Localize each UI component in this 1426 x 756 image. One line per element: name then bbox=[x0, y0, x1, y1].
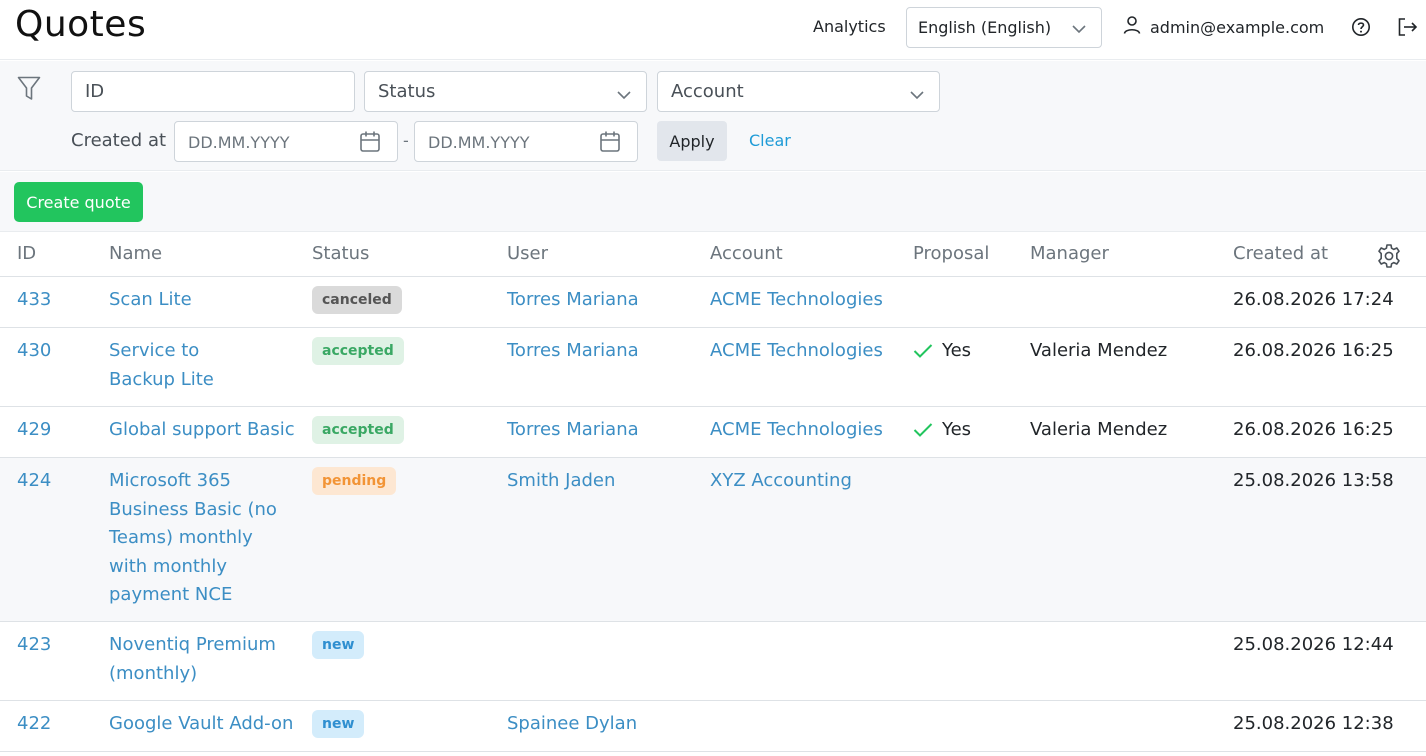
quote-user[interactable]: Torres Mariana bbox=[507, 286, 639, 315]
filter-panel: ID Status Account Created at DD.MM.YYYY … bbox=[0, 61, 1426, 171]
proposal-value: Yes bbox=[942, 419, 972, 440]
chevron-down-icon bbox=[616, 87, 632, 106]
chevron-down-icon bbox=[1071, 21, 1087, 41]
status-badge: canceled bbox=[312, 286, 402, 314]
column-header-status[interactable]: Status bbox=[312, 243, 369, 264]
quote-id[interactable]: 430 bbox=[17, 337, 51, 366]
help-icon[interactable] bbox=[1351, 17, 1371, 41]
table-row[interactable]: 423 Noventiq Premium (monthly) new 25.08… bbox=[0, 622, 1426, 701]
proposal-yes: Yes bbox=[913, 416, 971, 444]
user-email: admin@example.com bbox=[1150, 17, 1325, 37]
quote-manager: Valeria Mendez bbox=[1030, 419, 1168, 440]
quote-created: 26.08.2026 16:25 bbox=[1233, 340, 1394, 361]
quote-user[interactable]: Torres Mariana bbox=[507, 416, 639, 445]
status-filter-select[interactable]: Status bbox=[364, 71, 647, 112]
status-badge: new bbox=[312, 631, 365, 659]
quote-id[interactable]: 429 bbox=[17, 416, 51, 445]
account-placeholder: Account bbox=[671, 81, 744, 102]
quote-created: 25.08.2026 12:38 bbox=[1233, 713, 1394, 734]
quote-id[interactable]: 423 bbox=[17, 631, 51, 660]
quote-id[interactable]: 424 bbox=[17, 467, 51, 496]
quote-user[interactable]: Spainee Dylan bbox=[507, 710, 637, 739]
id-filter-input[interactable]: ID bbox=[71, 71, 355, 112]
status-badge: accepted bbox=[312, 416, 404, 444]
table-row[interactable]: 433 Scan Lite canceled Torres Mariana AC… bbox=[0, 277, 1426, 328]
table-row[interactable]: 429 Global support Basic accepted Torres… bbox=[0, 407, 1426, 458]
user-icon bbox=[1122, 15, 1142, 39]
clear-link[interactable]: Clear bbox=[749, 131, 791, 150]
filter-icon[interactable] bbox=[17, 76, 41, 106]
column-header-account[interactable]: Account bbox=[710, 243, 783, 264]
created-at-label: Created at bbox=[71, 130, 167, 151]
table-header: ID Name Status User Account Proposal Man… bbox=[0, 233, 1426, 277]
created-from-input[interactable]: DD.MM.YYYY bbox=[174, 121, 398, 162]
quote-name[interactable]: Noventiq Premium (monthly) bbox=[109, 631, 289, 688]
column-header-id[interactable]: ID bbox=[17, 243, 36, 264]
column-header-created[interactable]: Created at bbox=[1233, 243, 1328, 264]
quote-created: 26.08.2026 17:24 bbox=[1233, 289, 1394, 310]
table-row[interactable]: 430 Service to Backup Lite accepted Torr… bbox=[0, 328, 1426, 407]
create-quote-button[interactable]: Create quote bbox=[14, 182, 143, 222]
quote-name[interactable]: Microsoft 365 Business Basic (no Teams) … bbox=[109, 467, 289, 610]
quote-created: 26.08.2026 16:25 bbox=[1233, 419, 1394, 440]
quote-user[interactable]: Torres Mariana bbox=[507, 337, 639, 366]
created-to-input[interactable]: DD.MM.YYYY bbox=[414, 121, 638, 162]
analytics-link[interactable]: Analytics bbox=[813, 17, 886, 36]
header: Quotes Analytics English (English) admin… bbox=[0, 0, 1426, 60]
user-menu[interactable]: admin@example.com bbox=[1122, 16, 1324, 38]
check-icon bbox=[913, 344, 933, 358]
date-separator: - bbox=[403, 131, 409, 150]
account-filter-select[interactable]: Account bbox=[657, 71, 940, 112]
language-select[interactable]: English (English) bbox=[906, 7, 1102, 48]
calendar-icon[interactable] bbox=[359, 130, 381, 158]
status-badge: pending bbox=[312, 467, 397, 495]
column-header-name[interactable]: Name bbox=[109, 243, 162, 264]
quote-name[interactable]: Google Vault Add-on bbox=[109, 710, 304, 739]
chevron-down-icon bbox=[909, 87, 925, 106]
column-header-proposal[interactable]: Proposal bbox=[913, 243, 989, 264]
quote-account[interactable]: ACME Technologies bbox=[710, 286, 883, 315]
quote-created: 25.08.2026 13:58 bbox=[1233, 470, 1394, 491]
language-value: English (English) bbox=[918, 18, 1052, 37]
date-placeholder: DD.MM.YYYY bbox=[188, 133, 290, 152]
quote-id[interactable]: 433 bbox=[17, 286, 51, 315]
quote-account[interactable]: ACME Technologies bbox=[710, 416, 883, 445]
calendar-icon[interactable] bbox=[599, 130, 621, 158]
proposal-yes: Yes bbox=[913, 337, 971, 365]
quote-name[interactable]: Scan Lite bbox=[109, 286, 299, 315]
quote-account[interactable]: XYZ Accounting bbox=[710, 467, 852, 496]
date-placeholder: DD.MM.YYYY bbox=[428, 133, 530, 152]
page-title: Quotes bbox=[15, 4, 147, 45]
quote-account[interactable]: ACME Technologies bbox=[710, 337, 883, 366]
table-row[interactable]: 422 Google Vault Add-on new Spainee Dyla… bbox=[0, 701, 1426, 752]
gear-icon[interactable] bbox=[1376, 243, 1402, 273]
id-placeholder: ID bbox=[85, 81, 105, 102]
status-badge: accepted bbox=[312, 337, 404, 365]
toolbar: Create quote bbox=[0, 172, 1426, 232]
quote-user[interactable]: Smith Jaden bbox=[507, 467, 615, 496]
quotes-table: ID Name Status User Account Proposal Man… bbox=[0, 233, 1426, 752]
quote-name[interactable]: Global support Basic bbox=[109, 416, 304, 445]
apply-button[interactable]: Apply bbox=[657, 121, 727, 161]
status-placeholder: Status bbox=[378, 81, 436, 102]
check-icon bbox=[913, 423, 933, 437]
logout-icon[interactable] bbox=[1397, 17, 1419, 41]
column-header-user[interactable]: User bbox=[507, 243, 548, 264]
quote-manager: Valeria Mendez bbox=[1030, 340, 1168, 361]
quote-id[interactable]: 422 bbox=[17, 710, 51, 739]
quote-created: 25.08.2026 12:44 bbox=[1233, 634, 1394, 655]
quote-name[interactable]: Service to Backup Lite bbox=[109, 337, 259, 394]
column-header-manager[interactable]: Manager bbox=[1030, 243, 1109, 264]
table-row[interactable]: 424 Microsoft 365 Business Basic (no Tea… bbox=[0, 458, 1426, 622]
proposal-value: Yes bbox=[942, 340, 972, 361]
status-badge: new bbox=[312, 710, 365, 738]
